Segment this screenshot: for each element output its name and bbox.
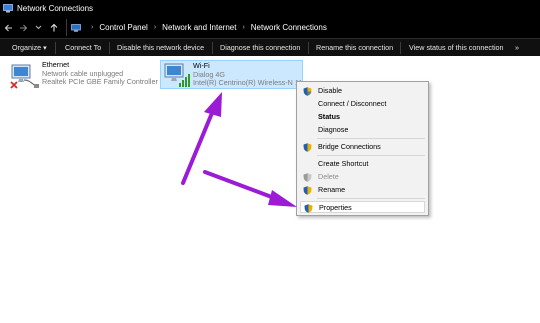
menu-separator — [317, 198, 425, 199]
menu-item-delete: Delete — [297, 171, 428, 183]
menu-item-label: Diagnose — [318, 125, 349, 134]
menu-item-status[interactable]: Status — [297, 111, 428, 123]
uac-shield-icon — [303, 143, 312, 152]
back-button[interactable] — [2, 21, 15, 35]
network-connections-icon — [3, 4, 13, 13]
arrow-right-icon — [20, 24, 28, 31]
arrow-left-icon — [4, 24, 12, 31]
uac-shield-icon — [304, 204, 313, 213]
uac-shield-icon — [303, 173, 312, 182]
ethernet-connection[interactable]: Ethernet Network cable unplugged Realtek… — [10, 60, 160, 91]
menu-item-create-shortcut[interactable]: Create Shortcut — [297, 158, 428, 170]
breadcrumb-network-connections[interactable]: Network Connections — [251, 23, 327, 32]
menu-item-label: Bridge Connections — [318, 142, 381, 151]
menu-item-rename[interactable]: Rename — [297, 184, 428, 196]
command-bar: Organize ▾ Connect To Disable this netwo… — [0, 38, 540, 56]
breadcrumb-network-and-internet[interactable]: Network and Internet — [162, 23, 236, 32]
command-separator — [400, 42, 401, 54]
window: Network Connections › Control Panel › Ne… — [0, 0, 540, 323]
wifi-adapter-icon — [164, 63, 190, 87]
menu-separator — [317, 138, 425, 139]
menu-item-bridge-connections[interactable]: Bridge Connections — [297, 141, 428, 153]
diagnose-connection-button[interactable]: Diagnose this connection — [220, 39, 300, 57]
chevron-down-icon — [35, 25, 42, 30]
menu-item-diagnose[interactable]: Diagnose — [297, 124, 428, 136]
wifi-device: Intel(R) Centrino(R) Wireless-N 1030 — [193, 79, 301, 88]
address-bar: › Control Panel › Network and Internet ›… — [0, 17, 540, 38]
command-separator — [212, 42, 213, 54]
command-separator — [109, 42, 110, 54]
uac-shield-icon — [303, 87, 312, 96]
forward-button[interactable] — [17, 21, 30, 35]
up-button[interactable] — [47, 21, 60, 35]
menu-item-label: Status — [318, 112, 340, 121]
wifi-status: Dialog 4G — [193, 69, 225, 79]
title-bar: Network Connections — [0, 0, 540, 17]
command-separator — [55, 42, 56, 54]
connect-to-button[interactable]: Connect To — [65, 39, 101, 57]
wifi-connection[interactable]: Wi-Fi Dialog 4G Intel(R) Centrino(R) Wir… — [160, 60, 303, 89]
menu-item-disable[interactable]: Disable — [297, 85, 428, 97]
menu-item-connect-disconnect[interactable]: Connect / Disconnect — [297, 98, 428, 110]
breadcrumb-control-panel[interactable]: Control Panel — [99, 23, 147, 32]
command-separator — [308, 42, 309, 54]
recent-locations-button[interactable] — [32, 21, 45, 35]
uac-shield-icon — [303, 186, 312, 195]
menu-item-label: Connect / Disconnect — [318, 99, 387, 108]
breadcrumb-separator: › — [242, 24, 245, 31]
menu-item-properties[interactable]: Properties — [300, 201, 425, 213]
context-menu: Disable Connect / Disconnect Status Diag… — [296, 81, 429, 216]
disable-device-button[interactable]: Disable this network device — [117, 39, 204, 57]
organize-button[interactable]: Organize ▾ — [12, 39, 47, 57]
breadcrumb-separator: › — [153, 24, 157, 31]
arrow-up-icon — [50, 23, 57, 32]
rename-connection-button[interactable]: Rename this connection — [316, 39, 393, 57]
menu-item-label: Rename — [318, 185, 346, 194]
connections-list: Ethernet Network cable unplugged Realtek… — [0, 56, 540, 323]
menu-item-label: Disable — [318, 86, 342, 95]
menu-item-label: Properties — [319, 203, 352, 212]
ethernet-adapter-icon — [10, 64, 39, 89]
control-panel-icon — [71, 23, 81, 32]
view-status-button[interactable]: View status of this connection — [409, 39, 504, 57]
menu-separator — [317, 155, 425, 156]
menu-item-label: Delete — [318, 172, 339, 181]
menu-item-label: Create Shortcut — [318, 159, 369, 168]
breadcrumb-separator: › — [91, 24, 94, 31]
window-title: Network Connections — [17, 4, 94, 13]
breadcrumb[interactable]: › Control Panel › Network and Internet ›… — [66, 19, 540, 36]
more-commands-button[interactable]: » — [515, 39, 519, 57]
ethernet-device: Realtek PCIe GBE Family Controller — [42, 77, 158, 87]
